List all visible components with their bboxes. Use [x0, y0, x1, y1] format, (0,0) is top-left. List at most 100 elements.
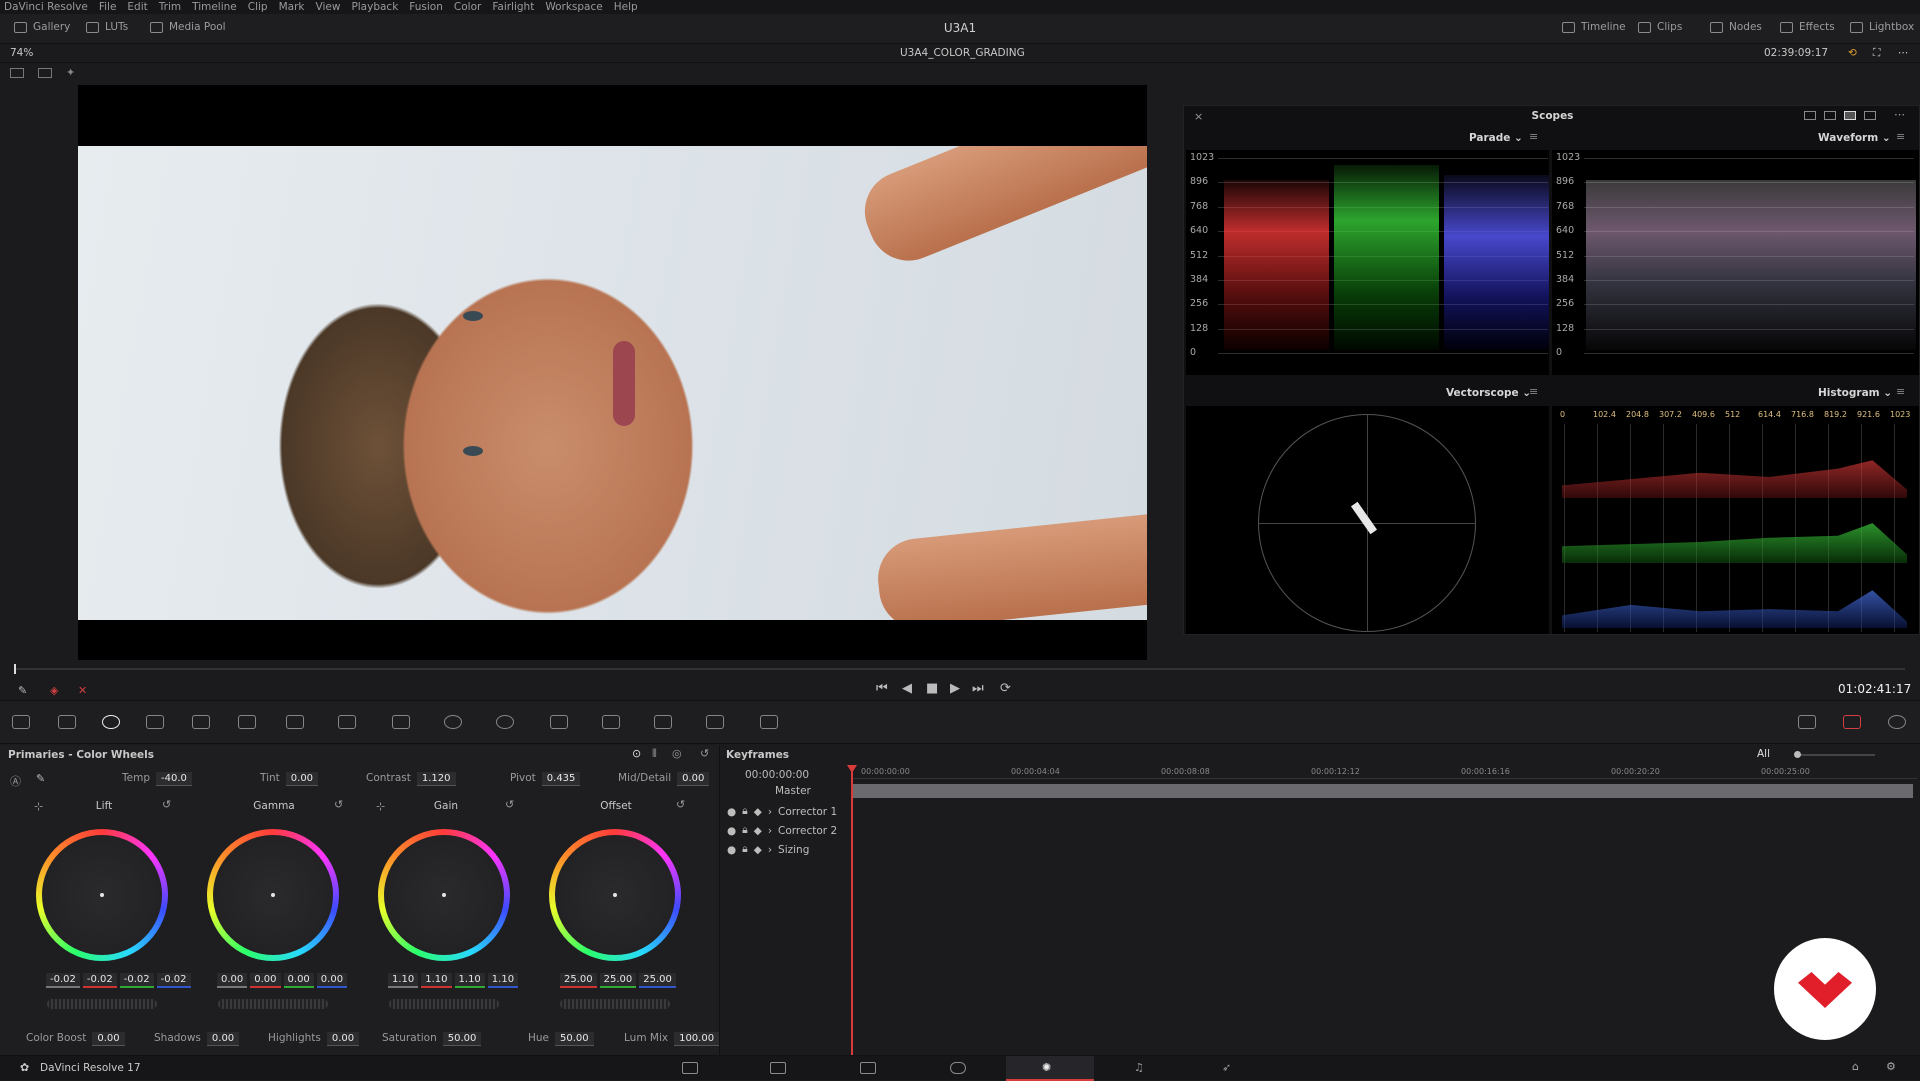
saturation-value[interactable]: 50.00: [442, 1032, 482, 1046]
lift-g-value[interactable]: -0.02: [119, 973, 154, 988]
expand-icon[interactable]: ›: [768, 806, 772, 818]
scrub-bar[interactable]: [15, 668, 1905, 670]
info-icon[interactable]: [1888, 715, 1906, 729]
menu-playback[interactable]: Playback: [351, 1, 398, 13]
key-icon[interactable]: [654, 715, 672, 729]
timeline-name-dropdown[interactable]: U3A4_COLOR_GRADING: [900, 47, 1025, 59]
keyframe-playhead[interactable]: [851, 765, 853, 1055]
gamma-y-value[interactable]: 0.00: [217, 973, 248, 988]
keyframe-filter-dropdown[interactable]: All: [1757, 748, 1770, 760]
track-sizing[interactable]: ● 🔒︎ ◆ › Sizing: [727, 843, 809, 856]
lift-b-value[interactable]: -0.02: [156, 973, 191, 988]
gamma-wheel-center[interactable]: [271, 893, 275, 897]
contrast-param[interactable]: Contrast 1.120: [366, 772, 456, 786]
saturation-param[interactable]: Saturation 50.00: [382, 1032, 482, 1046]
keyframe-icon[interactable]: ◆: [754, 806, 762, 818]
loop-icon[interactable]: ⟳: [1000, 681, 1011, 696]
effects-button[interactable]: Effects: [1780, 21, 1835, 33]
blur-icon[interactable]: [602, 715, 620, 729]
keyframe-icon[interactable]: ◆: [754, 844, 762, 856]
menu-help[interactable]: Help: [614, 1, 638, 13]
color-boost-param[interactable]: Color Boost 0.00: [26, 1032, 125, 1046]
hue-value[interactable]: 50.00: [555, 1032, 594, 1046]
hdr-wheels-icon[interactable]: [146, 715, 164, 729]
settings-gear-icon[interactable]: ⚙: [1886, 1060, 1896, 1073]
lift-wheel[interactable]: [36, 829, 168, 961]
offset-wheel[interactable]: [549, 829, 681, 961]
offset-master-wheel[interactable]: [560, 999, 670, 1009]
gamma-master-wheel[interactable]: [218, 999, 328, 1009]
color-page-icon[interactable]: ✺: [1042, 1061, 1051, 1074]
picker-icon[interactable]: ✎: [18, 684, 27, 697]
gamma-r-value[interactable]: 0.00: [250, 973, 281, 988]
zoom-dropdown[interactable]: 74%: [10, 47, 33, 59]
gain-y-value[interactable]: 1.10: [388, 973, 419, 988]
lift-y-value[interactable]: -0.02: [46, 973, 80, 988]
layout-1-icon[interactable]: [1804, 111, 1816, 120]
keyframe-ruler[interactable]: 00:00:00:00 00:00:04:04 00:00:08:08 00:0…: [851, 765, 1917, 779]
mute-icon[interactable]: ✕: [78, 684, 87, 697]
menu-timeline[interactable]: Timeline: [192, 1, 237, 13]
color-match-icon[interactable]: [58, 715, 76, 729]
gain-reset-icon[interactable]: ↺: [505, 798, 514, 811]
waveform-settings-icon[interactable]: ≡: [1896, 130, 1905, 143]
gain-wheel[interactable]: [378, 829, 510, 961]
parade-dropdown[interactable]: Parade ⌄: [1469, 128, 1523, 148]
sync-icon[interactable]: ⟲: [1848, 47, 1857, 59]
menu-edit[interactable]: Edit: [127, 1, 147, 13]
timeline-button[interactable]: Timeline: [1562, 21, 1626, 33]
primaries-bars-icon[interactable]: ⦀: [652, 747, 657, 761]
stop-icon[interactable]: ■: [926, 681, 938, 696]
histogram-settings-icon[interactable]: ≡: [1896, 385, 1905, 398]
play-icon[interactable]: ▶: [950, 681, 960, 696]
lightbox-button[interactable]: Lightbox: [1850, 21, 1914, 33]
offset-wheel-center[interactable]: [613, 893, 617, 897]
curves-icon[interactable]: [286, 715, 304, 729]
menu-file[interactable]: File: [99, 1, 117, 13]
layout-2-icon[interactable]: [1824, 111, 1836, 120]
deliver-page-icon[interactable]: ➶: [1222, 1061, 1231, 1074]
lock-icon[interactable]: 🔒︎: [742, 824, 748, 837]
primaries-mode-icon[interactable]: ⊙: [632, 747, 641, 760]
color-warper-icon[interactable]: [338, 715, 356, 729]
offset-g-value[interactable]: 25.00: [599, 973, 637, 988]
sizing-icon[interactable]: [706, 715, 724, 729]
gamma-g-value[interactable]: 0.00: [283, 973, 314, 988]
histogram-dropdown[interactable]: Histogram ⌄: [1818, 383, 1892, 403]
offset-r-value[interactable]: 25.00: [560, 973, 597, 988]
skip-start-icon[interactable]: ⏮: [876, 681, 888, 696]
3d-icon[interactable]: [760, 715, 778, 729]
visibility-dot[interactable]: ●: [727, 844, 736, 856]
home-icon[interactable]: ⌂: [1852, 1060, 1859, 1073]
fullscreen-icon[interactable]: ⛶: [1873, 47, 1880, 60]
lum-mix-param[interactable]: Lum Mix 100.00: [624, 1032, 720, 1046]
gamma-reset-icon[interactable]: ↺: [334, 798, 343, 811]
gamma-b-value[interactable]: 0.00: [316, 973, 348, 988]
pivot-value[interactable]: 0.435: [541, 772, 581, 786]
menu-color[interactable]: Color: [454, 1, 481, 13]
menu-clip[interactable]: Clip: [248, 1, 268, 13]
gamma-wheel[interactable]: [207, 829, 339, 961]
step-back-icon[interactable]: ◀: [902, 681, 912, 696]
split-viewer-icon[interactable]: [38, 68, 52, 78]
magic-wand-icon[interactable]: ✦: [66, 66, 75, 79]
rgb-mixer-icon[interactable]: [192, 715, 210, 729]
keyframe-zoom-slider[interactable]: [1795, 754, 1875, 756]
highlights-value[interactable]: 0.00: [326, 1032, 360, 1046]
track-corrector-2[interactable]: ● 🔒︎ ◆ › Corrector 2: [727, 824, 837, 837]
offset-b-value[interactable]: 25.00: [639, 973, 676, 988]
edit-page-icon[interactable]: [860, 1062, 876, 1074]
tint-param[interactable]: Tint 0.00: [260, 772, 319, 786]
menu-app[interactable]: DaVinci Resolve: [4, 1, 88, 13]
nodes-button[interactable]: Nodes: [1710, 21, 1762, 33]
temp-value[interactable]: -40.0: [155, 772, 192, 786]
master-track-bar[interactable]: [853, 784, 1913, 798]
mid-detail-value[interactable]: 0.00: [677, 772, 710, 786]
white-balance-picker-icon[interactable]: ✎: [36, 772, 45, 785]
visibility-dot[interactable]: ●: [727, 825, 736, 837]
tracker-icon[interactable]: [496, 715, 514, 729]
color-boost-value[interactable]: 0.00: [92, 1032, 125, 1046]
skip-end-icon[interactable]: ⏭: [972, 681, 984, 696]
track-corrector-1[interactable]: ● 🔒︎ ◆ › Corrector 1: [727, 805, 837, 818]
keyframes-icon[interactable]: [1798, 715, 1816, 729]
